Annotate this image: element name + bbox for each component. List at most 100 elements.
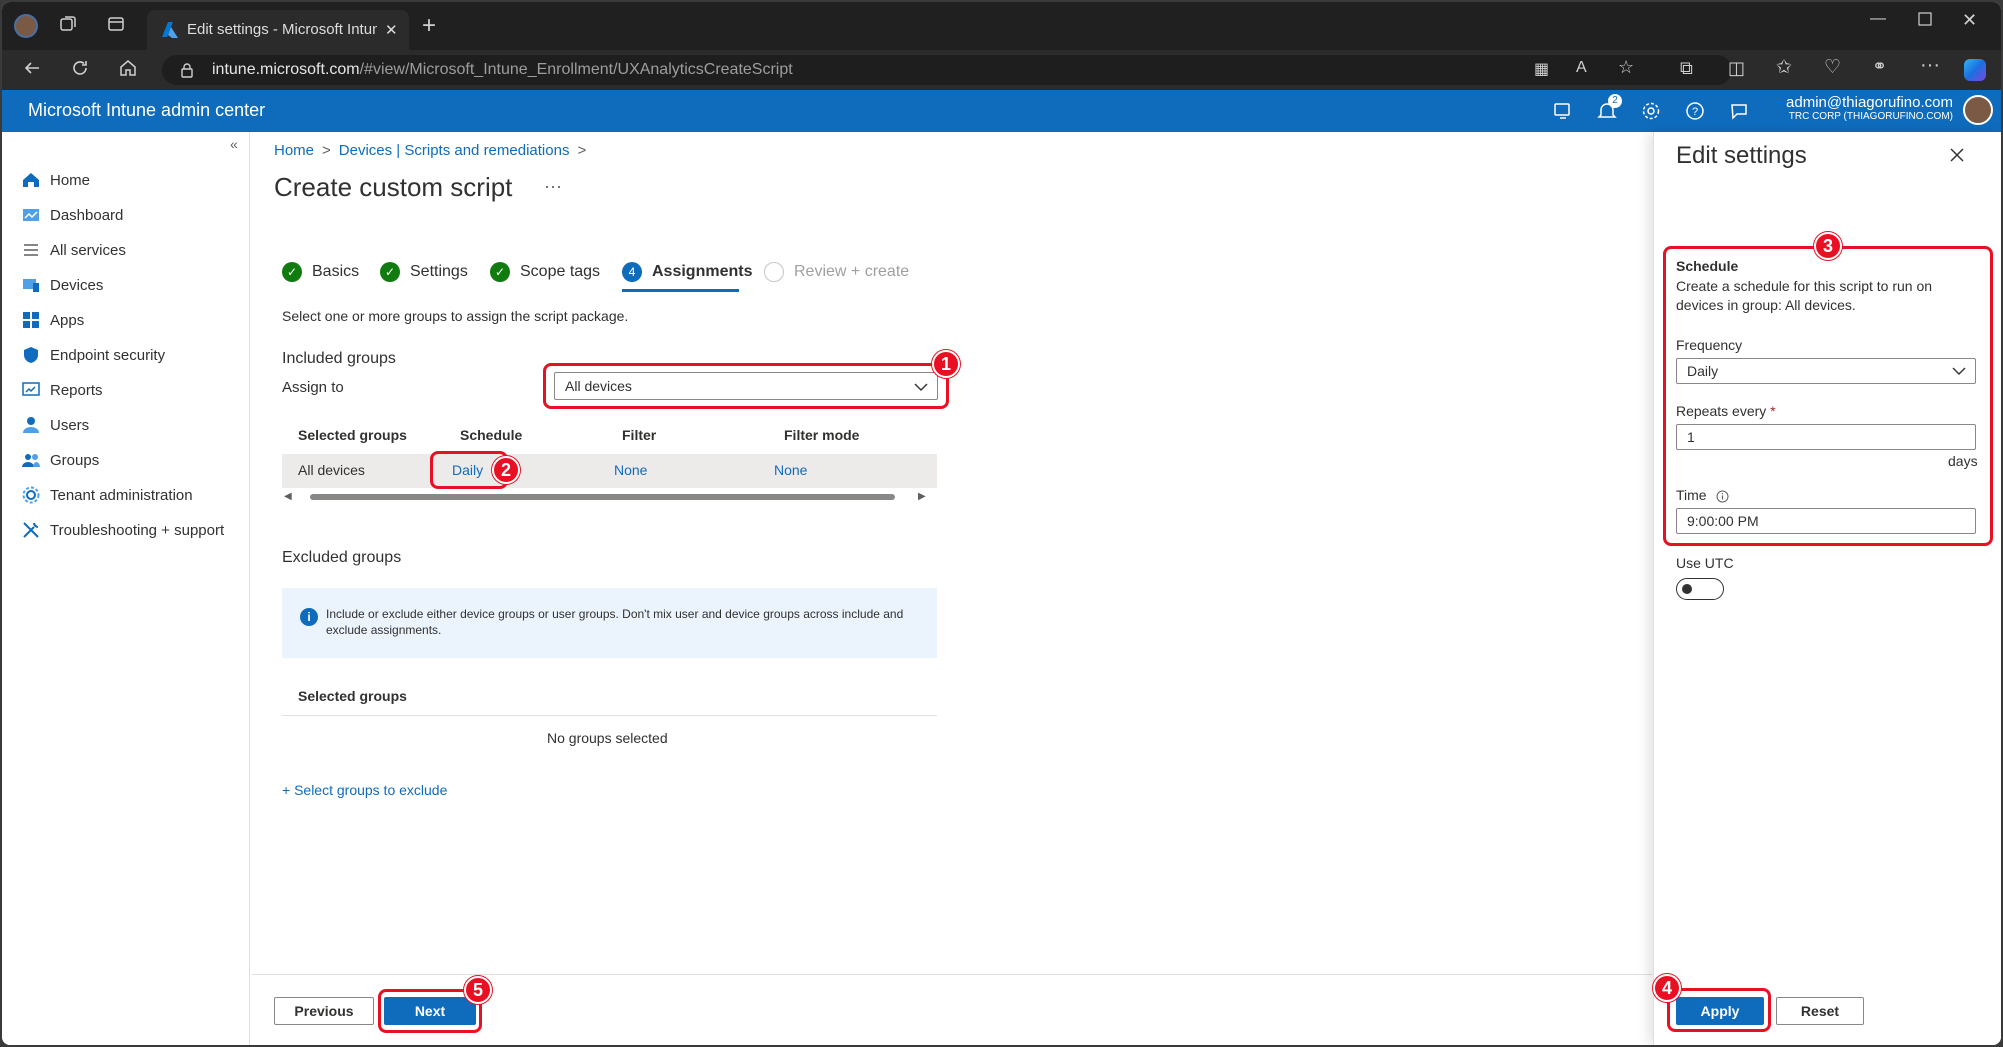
app-title[interactable]: Microsoft Intune admin center xyxy=(28,100,265,121)
browser-toolbar: intune.microsoft.com/#view/Microsoft_Int… xyxy=(2,50,2001,90)
maximize-icon[interactable] xyxy=(1918,12,1932,26)
nav-item-dashboard[interactable]: Dashboard xyxy=(20,201,123,229)
excluded-groups-label: Excluded groups xyxy=(282,549,402,566)
collections-icon[interactable]: ⚭ xyxy=(1872,56,1887,77)
tab-title: Edit settings - Microsoft Intune a xyxy=(187,21,377,38)
close-window-icon[interactable]: ✕ xyxy=(1962,10,1977,31)
annotation-highlight-4 xyxy=(1667,988,1771,1032)
workspaces-icon[interactable] xyxy=(58,14,78,34)
lock-icon[interactable] xyxy=(180,62,194,78)
read-aloud-icon[interactable]: A xyxy=(1576,59,1587,77)
step-review-create[interactable]: 5 Review + create xyxy=(764,262,909,282)
feedback-icon[interactable] xyxy=(1728,100,1750,122)
user-avatar[interactable] xyxy=(1963,95,1993,125)
assign-to-label: Assign to xyxy=(282,379,344,396)
step-assignments[interactable]: 4 Assignments xyxy=(622,262,752,282)
nav-item-apps[interactable]: Apps xyxy=(20,306,84,334)
nav-item-groups[interactable]: Groups xyxy=(20,446,99,474)
nav-item-label: Devices xyxy=(50,276,104,294)
intro-text: Select one or more groups to assign the … xyxy=(282,308,629,324)
nav-item-troubleshooting-support[interactable]: Troubleshooting + support xyxy=(20,516,224,544)
info-text: Include or exclude either device groups … xyxy=(326,607,904,637)
nav-item-label: Endpoint security xyxy=(50,346,166,364)
more-actions-icon[interactable]: ··· xyxy=(544,176,562,197)
tab-actions-icon[interactable] xyxy=(106,14,126,34)
address-field[interactable]: intune.microsoft.com/#view/Microsoft_Int… xyxy=(162,55,1732,85)
new-tab-icon[interactable]: + xyxy=(422,12,436,40)
nav-item-label: Groups xyxy=(50,451,100,469)
split-screen-icon[interactable]: ◫ xyxy=(1728,58,1745,79)
step-settings[interactable]: ✓ Settings xyxy=(380,262,468,282)
settings-gear-icon[interactable] xyxy=(1640,100,1662,122)
wrench-icon xyxy=(20,519,42,541)
nav-item-all-services[interactable]: All services xyxy=(20,236,126,264)
step-scope-tags[interactable]: ✓ Scope tags xyxy=(490,262,600,282)
nav-item-label: Apps xyxy=(50,311,85,329)
use-utc-toggle[interactable] xyxy=(1676,578,1724,600)
step-basics[interactable]: ✓ Basics xyxy=(282,262,359,282)
more-options-icon[interactable]: ··· xyxy=(1920,54,1940,77)
annotation-badge-4: 4 xyxy=(1653,974,1681,1002)
col-header-schedule[interactable]: Schedule xyxy=(460,427,522,443)
home-browser-icon[interactable] xyxy=(118,58,138,78)
row-group-name: All devices xyxy=(298,462,365,478)
url-text: intune.microsoft.com/#view/Microsoft_Int… xyxy=(212,61,793,79)
nav-item-devices[interactable]: Devices xyxy=(20,271,103,299)
horizontal-scrollbar[interactable]: ◀ ▶ xyxy=(282,490,932,504)
svg-text:?: ? xyxy=(1692,106,1698,118)
table-row xyxy=(282,454,937,488)
scroll-left-arrow-icon[interactable]: ◀ xyxy=(284,491,292,502)
account-info[interactable]: admin@thiagorufino.com TRC CORP (THIAGOR… xyxy=(1786,94,1953,122)
toggle-knob xyxy=(1682,584,1692,594)
info-message: i Include or exclude either device group… xyxy=(282,588,937,658)
nav-item-label: Users xyxy=(50,416,90,434)
browser-essentials-icon[interactable]: ♡ xyxy=(1824,56,1841,79)
select-groups-to-exclude-link[interactable]: + Select groups to exclude xyxy=(282,782,447,798)
close-icon[interactable] xyxy=(1948,146,1966,164)
previous-button[interactable]: Previous xyxy=(274,997,374,1025)
col-header-selected-groups[interactable]: Selected groups xyxy=(298,427,407,443)
step-label: Assignments xyxy=(652,263,753,280)
feedback-device-icon[interactable] xyxy=(1552,100,1574,122)
reset-button[interactable]: Reset xyxy=(1776,997,1864,1025)
copilot-icon[interactable] xyxy=(1964,59,1986,81)
nav-item-users[interactable]: Users xyxy=(20,411,89,439)
step-label: Review + create xyxy=(794,263,910,280)
col-header-filter-mode[interactable]: Filter mode xyxy=(784,427,859,443)
immersive-reader-icon[interactable]: ▦ xyxy=(1534,59,1549,79)
active-step-indicator xyxy=(622,289,739,292)
notifications-icon[interactable]: 2 xyxy=(1596,94,1622,122)
refresh-icon[interactable] xyxy=(70,58,90,78)
col-header-filter[interactable]: Filter xyxy=(622,427,656,443)
left-navigation: « Home Dashboard All services Devices Apps En… xyxy=(2,132,250,1045)
step-label: Settings xyxy=(410,263,468,280)
close-tab-icon[interactable]: ✕ xyxy=(385,21,398,39)
collapse-nav-icon[interactable]: « xyxy=(230,136,238,152)
profile-avatar[interactable] xyxy=(14,14,38,38)
row-filter-link[interactable]: None xyxy=(614,462,647,478)
account-email: admin@thiagorufino.com xyxy=(1786,94,1953,111)
breadcrumb-devices-scripts[interactable]: Devices | Scripts and remediations xyxy=(339,142,570,159)
nav-item-reports[interactable]: Reports xyxy=(20,376,103,404)
nav-item-endpoint-security[interactable]: Endpoint security xyxy=(20,341,165,369)
scroll-thumb[interactable] xyxy=(310,494,895,500)
scroll-right-arrow-icon[interactable]: ▶ xyxy=(918,491,926,502)
browser-title-bar: Edit settings - Microsoft Intune a ✕ + —… xyxy=(2,2,2001,50)
check-icon: ✓ xyxy=(380,262,400,282)
nav-item-tenant-administration[interactable]: Tenant administration xyxy=(20,481,193,509)
nav-item-home[interactable]: Home xyxy=(20,166,90,194)
favorites-icon[interactable]: ✩ xyxy=(1776,56,1792,79)
user-icon xyxy=(20,414,42,436)
nav-item-label: All services xyxy=(50,241,126,259)
browser-tab-active[interactable]: Edit settings - Microsoft Intune a ✕ xyxy=(147,10,409,50)
nav-item-label: Reports xyxy=(50,381,103,399)
breadcrumb-home[interactable]: Home xyxy=(274,142,314,159)
minimize-icon[interactable]: — xyxy=(1870,10,1886,28)
breadcrumb: Home > Devices | Scripts and remediations > xyxy=(274,142,594,159)
excluded-col-header: Selected groups xyxy=(298,688,407,704)
extensions-icon[interactable]: ⧉ xyxy=(1680,58,1693,79)
row-filter-mode-link[interactable]: None xyxy=(774,462,807,478)
favorite-star-icon[interactable]: ☆ xyxy=(1618,57,1634,78)
back-icon[interactable] xyxy=(22,58,42,78)
help-icon[interactable]: ? xyxy=(1684,100,1706,122)
